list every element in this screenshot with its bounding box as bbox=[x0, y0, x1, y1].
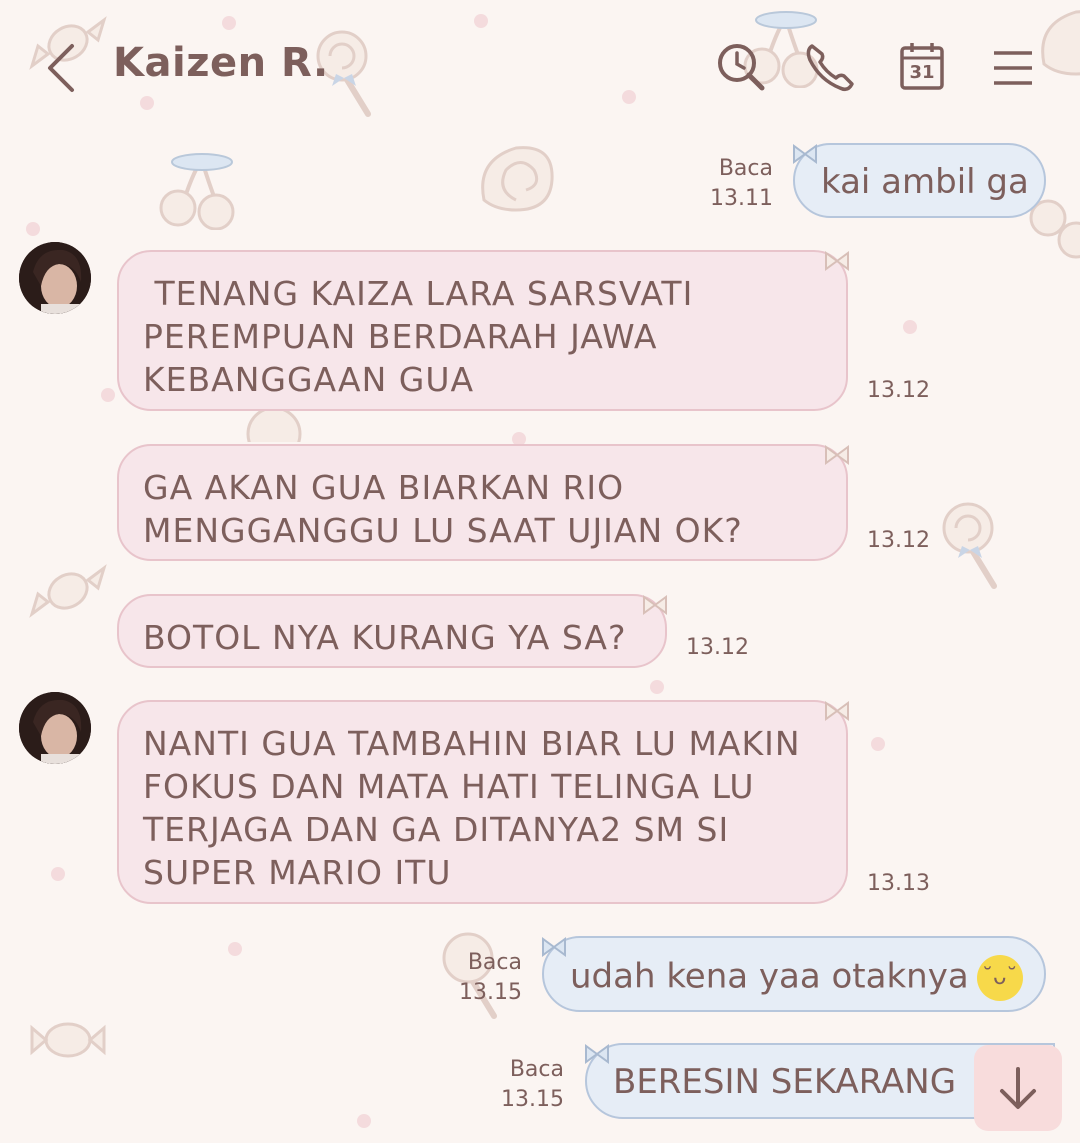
message-time: 13.12 bbox=[686, 635, 749, 660]
message-bubble-incoming[interactable]: BOTOL NYA KURANG YA SA? bbox=[117, 594, 667, 668]
bow-decoration bbox=[825, 445, 849, 465]
read-receipt: Baca 13.11 bbox=[710, 156, 773, 211]
message-line: KEBANGGAAN GUA bbox=[143, 360, 475, 399]
bow-decoration bbox=[585, 1044, 609, 1064]
search-clock-icon[interactable] bbox=[712, 38, 772, 98]
bow-decoration bbox=[643, 595, 667, 615]
message-bubble-outgoing[interactable]: kai ambil ga bbox=[793, 143, 1046, 218]
avatar[interactable] bbox=[19, 692, 91, 764]
bow-decoration bbox=[825, 251, 849, 271]
message-bubble-incoming[interactable]: TENANG KAIZA LARA SARSVATI PEREMPUAN BER… bbox=[117, 250, 848, 411]
message-bubble-incoming[interactable]: NANTI GUA TAMBAHIN BIAR LU MAKIN FOKUS D… bbox=[117, 700, 848, 904]
scroll-to-bottom-button[interactable] bbox=[974, 1045, 1062, 1131]
message-text: kai ambil ga bbox=[821, 162, 1029, 202]
message-line: BOTOL NYA KURANG YA SA? bbox=[143, 618, 627, 657]
message-line: GA AKAN GUA BIARKAN RIO bbox=[143, 468, 625, 507]
message-line: MENGGANGGU LU SAAT UJIAN OK? bbox=[143, 511, 743, 550]
message-text: BERESIN SEKARANG bbox=[613, 1062, 957, 1102]
arrow-down-icon bbox=[1000, 1067, 1036, 1109]
message-line: TERJAGA DAN GA DITANYA2 SM SI bbox=[143, 810, 730, 849]
calendar-day: 31 bbox=[909, 62, 935, 83]
message-time: 13.12 bbox=[867, 528, 930, 553]
message-time: 13.13 bbox=[867, 871, 930, 896]
message-text: udah kena yaa otaknya bbox=[570, 956, 969, 997]
message-line: FOKUS DAN MATA HATI TELINGA LU bbox=[143, 767, 755, 806]
message-line: SUPER MARIO ITU bbox=[143, 853, 452, 892]
silly-face-emoji-icon: ˘ᴗ˘ bbox=[976, 955, 1023, 1001]
back-icon[interactable] bbox=[40, 40, 90, 96]
bow-decoration bbox=[542, 937, 566, 957]
read-receipt: Baca 13.15 bbox=[501, 1057, 564, 1112]
candy-decoration bbox=[30, 1022, 106, 1058]
message-time: 13.12 bbox=[867, 378, 930, 403]
candy-decoration bbox=[29, 564, 107, 618]
avatar[interactable] bbox=[19, 242, 91, 314]
calendar-icon[interactable]: 31 bbox=[892, 38, 952, 98]
message-line: TENANG KAIZA LARA SARSVATI bbox=[143, 274, 694, 313]
chat-title[interactable]: Kaizen R. bbox=[113, 40, 329, 86]
read-receipt: Baca 13.15 bbox=[459, 950, 522, 1005]
chat-header: Kaizen R. 31 bbox=[0, 0, 1080, 135]
menu-icon[interactable] bbox=[982, 38, 1042, 98]
shell-decoration bbox=[481, 146, 554, 212]
lollipop-decoration bbox=[942, 502, 997, 589]
bow-decoration bbox=[825, 701, 849, 721]
message-bubble-outgoing[interactable]: udah kena yaa otaknya ˘ᴗ˘ bbox=[542, 936, 1046, 1012]
cherry-decoration bbox=[159, 153, 235, 230]
message-bubble-incoming[interactable]: GA AKAN GUA BIARKAN RIO MENGGANGGU LU SA… bbox=[117, 444, 848, 561]
message-line: PEREMPUAN BERDARAH JAWA bbox=[143, 317, 658, 356]
message-line: NANTI GUA TAMBAHIN BIAR LU MAKIN bbox=[143, 724, 801, 763]
phone-icon[interactable] bbox=[800, 38, 860, 98]
bow-decoration bbox=[793, 144, 817, 164]
